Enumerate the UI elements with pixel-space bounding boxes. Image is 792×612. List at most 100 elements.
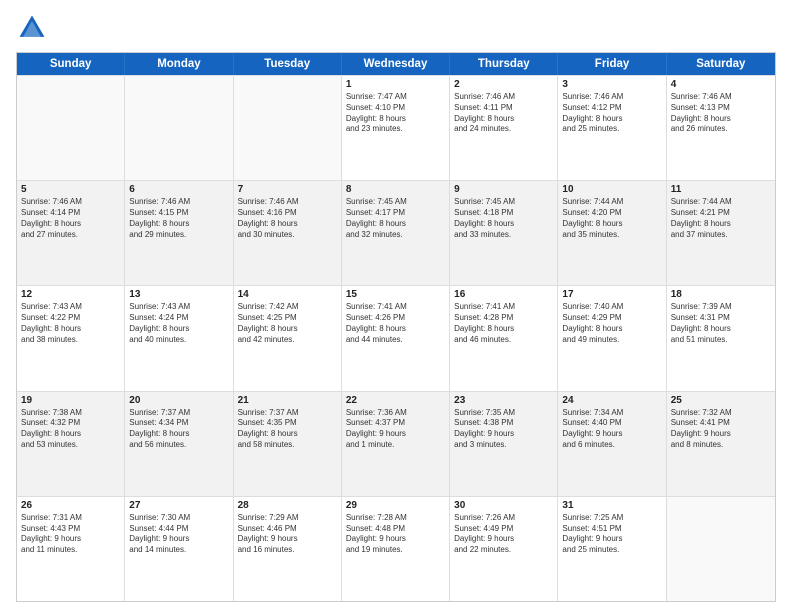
cal-cell-day-27: 27 Sunrise: 7:30 AM Sunset: 4:44 PM Dayli… [125,497,233,601]
cal-cell-day-23: 23 Sunrise: 7:35 AM Sunset: 4:38 PM Dayli… [450,392,558,496]
day-number: 15 [346,289,445,300]
day-number: 5 [21,184,120,195]
day-number: 20 [129,395,228,406]
day-number: 19 [21,395,120,406]
day-info: Sunrise: 7:46 AM Sunset: 4:11 PM Dayligh… [454,92,553,135]
day-number: 27 [129,500,228,511]
cal-cell-day-14: 14 Sunrise: 7:42 AM Sunset: 4:25 PM Dayli… [234,286,342,390]
cal-cell-day-16: 16 Sunrise: 7:41 AM Sunset: 4:28 PM Dayli… [450,286,558,390]
day-number: 31 [562,500,661,511]
day-number: 18 [671,289,771,300]
day-info: Sunrise: 7:25 AM Sunset: 4:51 PM Dayligh… [562,513,661,556]
day-number: 17 [562,289,661,300]
day-number: 10 [562,184,661,195]
cal-cell-day-26: 26Sunrise: 7:31 AM Sunset: 4:43 PM Dayli… [17,497,125,601]
cal-week-3: 12 Sunrise: 7:43 AM Sunset: 4:22 PM Dayli… [17,285,775,390]
day-info: Sunrise: 7:40 AM Sunset: 4:29 PM Dayligh… [562,302,661,345]
day-info: Sunrise: 7:29 AM Sunset: 4:46 PM Dayligh… [238,513,337,556]
day-info: Sunrise: 7:34 AM Sunset: 4:40 PM Dayligh… [562,408,661,451]
cal-cell-day-3: 3 Sunrise: 7:46 AM Sunset: 4:12 PM Daylig… [558,76,666,180]
day-number: 8 [346,184,445,195]
day-info: Sunrise: 7:28 AM Sunset: 4:48 PM Dayligh… [346,513,445,556]
day-info: Sunrise: 7:31 AM Sunset: 4:43 PM Dayligh… [21,513,120,556]
day-info: Sunrise: 7:37 AM Sunset: 4:34 PM Dayligh… [129,408,228,451]
cal-cell-empty [234,76,342,180]
cal-cell-day-28: 28 Sunrise: 7:29 AM Sunset: 4:46 PM Dayli… [234,497,342,601]
day-info: Sunrise: 7:26 AM Sunset: 4:49 PM Dayligh… [454,513,553,556]
day-number: 7 [238,184,337,195]
day-number: 21 [238,395,337,406]
day-info: Sunrise: 7:30 AM Sunset: 4:44 PM Dayligh… [129,513,228,556]
cal-header-wednesday: Wednesday [342,53,450,75]
day-number: 12 [21,289,120,300]
day-info: Sunrise: 7:47 AM Sunset: 4:10 PM Dayligh… [346,92,445,135]
day-info: Sunrise: 7:36 AM Sunset: 4:37 PM Dayligh… [346,408,445,451]
cal-cell-day-9: 9Sunrise: 7:45 AM Sunset: 4:18 PM Daylig… [450,181,558,285]
day-number: 24 [562,395,661,406]
cal-cell-day-15: 15Sunrise: 7:41 AM Sunset: 4:26 PM Dayli… [342,286,450,390]
day-info: Sunrise: 7:37 AM Sunset: 4:35 PM Dayligh… [238,408,337,451]
calendar-header-row: SundayMondayTuesdayWednesdayThursdayFrid… [17,53,775,75]
day-info: Sunrise: 7:45 AM Sunset: 4:17 PM Dayligh… [346,197,445,240]
cal-cell-day-12: 12 Sunrise: 7:43 AM Sunset: 4:22 PM Dayli… [17,286,125,390]
day-info: Sunrise: 7:42 AM Sunset: 4:25 PM Dayligh… [238,302,337,345]
cal-cell-day-7: 7 Sunrise: 7:46 AM Sunset: 4:16 PM Daylig… [234,181,342,285]
day-number: 4 [671,79,771,90]
cal-cell-empty [17,76,125,180]
cal-header-saturday: Saturday [667,53,775,75]
day-number: 13 [129,289,228,300]
cal-cell-day-18: 18Sunrise: 7:39 AM Sunset: 4:31 PM Dayli… [667,286,775,390]
day-info: Sunrise: 7:46 AM Sunset: 4:13 PM Dayligh… [671,92,771,135]
cal-header-thursday: Thursday [450,53,558,75]
cal-header-monday: Monday [125,53,233,75]
cal-week-2: 5 Sunrise: 7:46 AM Sunset: 4:14 PM Daylig… [17,180,775,285]
day-number: 22 [346,395,445,406]
cal-cell-day-4: 4 Sunrise: 7:46 AM Sunset: 4:13 PM Daylig… [667,76,775,180]
day-info: Sunrise: 7:46 AM Sunset: 4:16 PM Dayligh… [238,197,337,240]
day-info: Sunrise: 7:43 AM Sunset: 4:24 PM Dayligh… [129,302,228,345]
day-number: 6 [129,184,228,195]
cal-cell-day-21: 21 Sunrise: 7:37 AM Sunset: 4:35 PM Dayli… [234,392,342,496]
cal-header-friday: Friday [558,53,666,75]
calendar: SundayMondayTuesdayWednesdayThursdayFrid… [16,52,776,602]
cal-header-tuesday: Tuesday [234,53,342,75]
page: SundayMondayTuesdayWednesdayThursdayFrid… [0,0,792,612]
cal-cell-day-10: 10 Sunrise: 7:44 AM Sunset: 4:20 PM Dayli… [558,181,666,285]
day-info: Sunrise: 7:41 AM Sunset: 4:28 PM Dayligh… [454,302,553,345]
day-number: 11 [671,184,771,195]
cal-week-4: 19 Sunrise: 7:38 AM Sunset: 4:32 PM Dayli… [17,391,775,496]
logo-icon [16,12,48,44]
day-number: 3 [562,79,661,90]
cal-cell-day-17: 17 Sunrise: 7:40 AM Sunset: 4:29 PM Dayli… [558,286,666,390]
day-info: Sunrise: 7:32 AM Sunset: 4:41 PM Dayligh… [671,408,771,451]
day-number: 1 [346,79,445,90]
cal-cell-empty [125,76,233,180]
cal-cell-day-6: 6 Sunrise: 7:46 AM Sunset: 4:15 PM Daylig… [125,181,233,285]
day-number: 14 [238,289,337,300]
day-info: Sunrise: 7:35 AM Sunset: 4:38 PM Dayligh… [454,408,553,451]
cal-cell-day-5: 5 Sunrise: 7:46 AM Sunset: 4:14 PM Daylig… [17,181,125,285]
cal-cell-day-22: 22 Sunrise: 7:36 AM Sunset: 4:37 PM Dayli… [342,392,450,496]
cal-cell-day-29: 29 Sunrise: 7:28 AM Sunset: 4:48 PM Dayli… [342,497,450,601]
cal-week-5: 26Sunrise: 7:31 AM Sunset: 4:43 PM Dayli… [17,496,775,601]
day-number: 16 [454,289,553,300]
day-number: 25 [671,395,771,406]
day-info: Sunrise: 7:45 AM Sunset: 4:18 PM Dayligh… [454,197,553,240]
day-number: 30 [454,500,553,511]
cal-cell-day-19: 19 Sunrise: 7:38 AM Sunset: 4:32 PM Dayli… [17,392,125,496]
day-info: Sunrise: 7:44 AM Sunset: 4:20 PM Dayligh… [562,197,661,240]
day-number: 29 [346,500,445,511]
cal-cell-day-11: 11Sunrise: 7:44 AM Sunset: 4:21 PM Dayli… [667,181,775,285]
calendar-body: 1 Sunrise: 7:47 AM Sunset: 4:10 PM Daylig… [17,75,775,601]
day-info: Sunrise: 7:46 AM Sunset: 4:12 PM Dayligh… [562,92,661,135]
cal-week-1: 1 Sunrise: 7:47 AM Sunset: 4:10 PM Daylig… [17,75,775,180]
day-info: Sunrise: 7:43 AM Sunset: 4:22 PM Dayligh… [21,302,120,345]
cal-cell-day-2: 2Sunrise: 7:46 AM Sunset: 4:11 PM Daylig… [450,76,558,180]
day-info: Sunrise: 7:38 AM Sunset: 4:32 PM Dayligh… [21,408,120,451]
cal-header-sunday: Sunday [17,53,125,75]
day-number: 28 [238,500,337,511]
logo [16,12,52,44]
day-number: 23 [454,395,553,406]
day-info: Sunrise: 7:46 AM Sunset: 4:14 PM Dayligh… [21,197,120,240]
day-info: Sunrise: 7:46 AM Sunset: 4:15 PM Dayligh… [129,197,228,240]
